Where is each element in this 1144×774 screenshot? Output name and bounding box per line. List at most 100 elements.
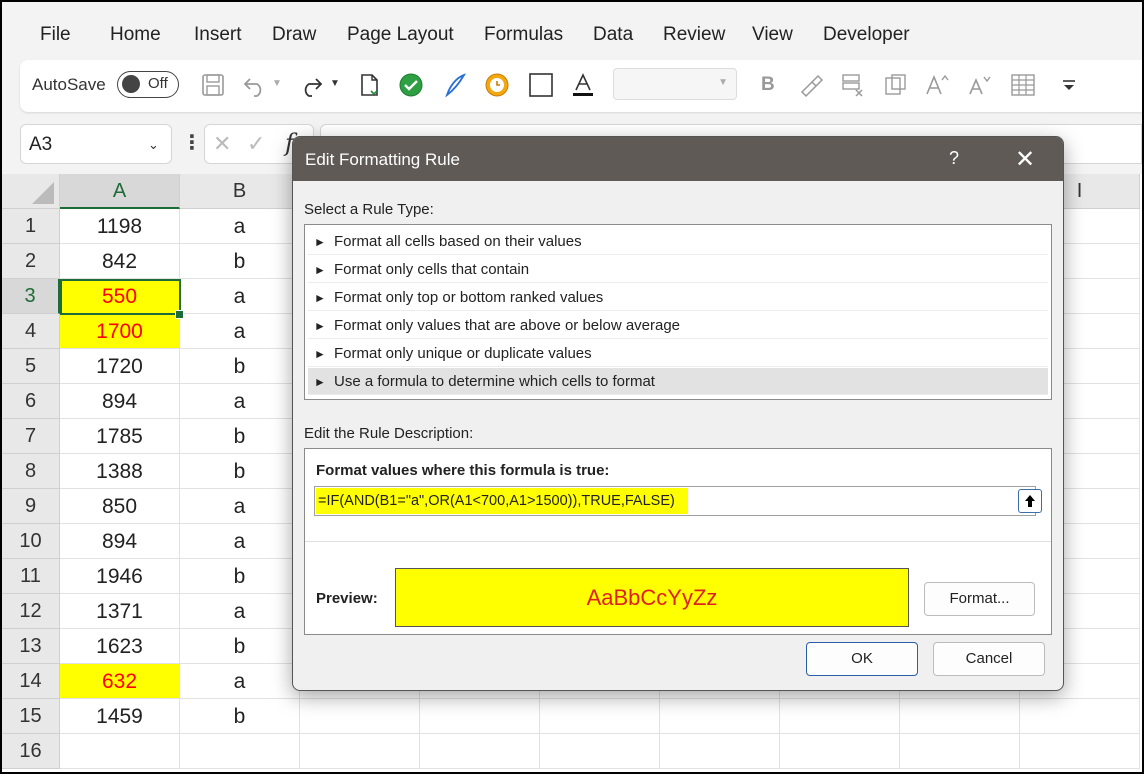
collapse-dialog-button[interactable] [1018, 489, 1042, 513]
cell-empty[interactable] [420, 699, 540, 734]
fill-handle[interactable] [175, 310, 184, 319]
increase-font-icon[interactable] [924, 72, 950, 98]
save-icon[interactable] [200, 72, 226, 98]
cell-b[interactable]: b [180, 559, 300, 594]
cell-a[interactable]: 1720 [60, 349, 180, 384]
enter-icon[interactable]: ✓ [247, 131, 265, 157]
undo-dropdown-icon[interactable]: ▼ [272, 78, 282, 89]
row-header[interactable]: 15 [2, 699, 60, 734]
cell-b[interactable]: a [180, 664, 300, 699]
clear-format-icon[interactable] [840, 72, 866, 98]
cell-empty[interactable] [1020, 734, 1140, 769]
menu-draw[interactable]: Draw [272, 24, 316, 46]
row-header[interactable]: 11 [2, 559, 60, 594]
cell-b[interactable]: b [180, 419, 300, 454]
cancel-button[interactable]: Cancel [933, 642, 1045, 676]
cell-b[interactable]: a [180, 279, 300, 314]
row-header[interactable]: 6 [2, 384, 60, 419]
row-header[interactable]: 14 [2, 664, 60, 699]
format-painter-icon[interactable] [798, 72, 824, 98]
pen-icon[interactable] [442, 72, 468, 98]
rule-type-item[interactable]: ► Format only unique or duplicate values [308, 340, 1048, 367]
cell-b[interactable]: b [180, 699, 300, 734]
cell-b[interactable]: a [180, 524, 300, 559]
row-header[interactable]: 1 [2, 209, 60, 244]
close-icon[interactable]: ✕ [1015, 145, 1035, 174]
cell-empty[interactable] [540, 734, 660, 769]
cell-a[interactable]: 1198 [60, 209, 180, 244]
row-header[interactable]: 4 [2, 314, 60, 349]
row-header[interactable]: 7 [2, 419, 60, 454]
row-header[interactable]: 3 [2, 279, 60, 314]
cell-a[interactable]: 842 [60, 244, 180, 279]
cell-b[interactable]: b [180, 454, 300, 489]
formula-field[interactable]: =IF(AND(B1="a",OR(A1<700,A1>1500)),TRUE,… [314, 486, 1042, 516]
autosave-toggle[interactable]: Off [117, 71, 179, 98]
row-header[interactable]: 13 [2, 629, 60, 664]
more-options-icon[interactable]: ⋮ [182, 130, 202, 155]
cell-empty[interactable] [540, 699, 660, 734]
check-icon[interactable] [398, 72, 424, 98]
table-icon[interactable] [1010, 72, 1036, 98]
cell-empty[interactable] [300, 699, 420, 734]
cell-b[interactable]: b [180, 244, 300, 279]
cell-b[interactable]: b [180, 349, 300, 384]
redo-icon[interactable] [298, 72, 324, 98]
rule-type-item[interactable]: ► Format all cells based on their values [308, 228, 1048, 255]
cell-empty[interactable] [420, 734, 540, 769]
menu-data[interactable]: Data [593, 24, 633, 46]
row-header[interactable]: 12 [2, 594, 60, 629]
cell-a[interactable]: 1371 [60, 594, 180, 629]
cell-empty[interactable] [900, 734, 1020, 769]
row-header[interactable]: 16 [2, 734, 60, 769]
cell-a[interactable]: 850 [60, 489, 180, 524]
menu-insert[interactable]: Insert [194, 24, 242, 46]
cell-empty[interactable] [780, 734, 900, 769]
menu-home[interactable]: Home [110, 24, 161, 46]
row-header[interactable]: 2 [2, 244, 60, 279]
menu-developer[interactable]: Developer [823, 24, 910, 46]
cell-a[interactable]: 1946 [60, 559, 180, 594]
rule-type-item[interactable]: ► Use a formula to determine which cells … [308, 368, 1048, 395]
cell-a[interactable]: 1388 [60, 454, 180, 489]
border-icon[interactable] [528, 72, 554, 98]
help-button[interactable]: ? [949, 148, 959, 169]
cell-empty[interactable] [780, 699, 900, 734]
chevron-down-icon[interactable]: ⌄ [148, 137, 159, 153]
row-header[interactable]: 5 [2, 349, 60, 384]
redo-dropdown-icon[interactable]: ▼ [330, 78, 340, 89]
cancel-icon[interactable]: ✕ [213, 131, 231, 157]
cell-a[interactable]: 894 [60, 524, 180, 559]
column-header[interactable]: B [180, 174, 300, 209]
more-icon[interactable] [1056, 72, 1082, 98]
menu-formulas[interactable]: Formulas [484, 24, 563, 46]
cell-b[interactable]: a [180, 489, 300, 524]
cell-a[interactable]: 1459 [60, 699, 180, 734]
cell-b[interactable]: a [180, 384, 300, 419]
cell-empty[interactable] [660, 734, 780, 769]
bold-icon[interactable]: B [761, 74, 775, 96]
column-header[interactable]: A [60, 174, 180, 209]
menu-view[interactable]: View [752, 24, 793, 46]
cell-a[interactable]: 1700 [60, 314, 180, 349]
cell-b[interactable]: a [180, 594, 300, 629]
rule-type-item[interactable]: ► Format only cells that contain [308, 256, 1048, 283]
cell-b[interactable]: b [180, 629, 300, 664]
cell-empty[interactable] [900, 699, 1020, 734]
cell-empty[interactable] [300, 734, 420, 769]
cell-a[interactable]: 894 [60, 384, 180, 419]
cell-b[interactable] [180, 734, 300, 769]
clock-icon[interactable] [484, 72, 510, 98]
select-all-corner[interactable] [2, 174, 60, 209]
font-color-icon[interactable] [570, 72, 596, 98]
decrease-font-icon[interactable] [966, 72, 992, 98]
menu-file[interactable]: File [40, 24, 71, 46]
rule-type-item[interactable]: ► Format only values that are above or be… [308, 312, 1048, 339]
font-name-dropdown[interactable]: ▼ [613, 68, 737, 100]
rule-type-item[interactable]: ► Format only top or bottom ranked values [308, 284, 1048, 311]
cell-empty[interactable] [1020, 699, 1140, 734]
row-header[interactable]: 10 [2, 524, 60, 559]
name-box[interactable]: A3 ⌄ [20, 124, 172, 164]
ok-button[interactable]: OK [806, 642, 918, 676]
cell-a[interactable]: 632 [60, 664, 180, 699]
